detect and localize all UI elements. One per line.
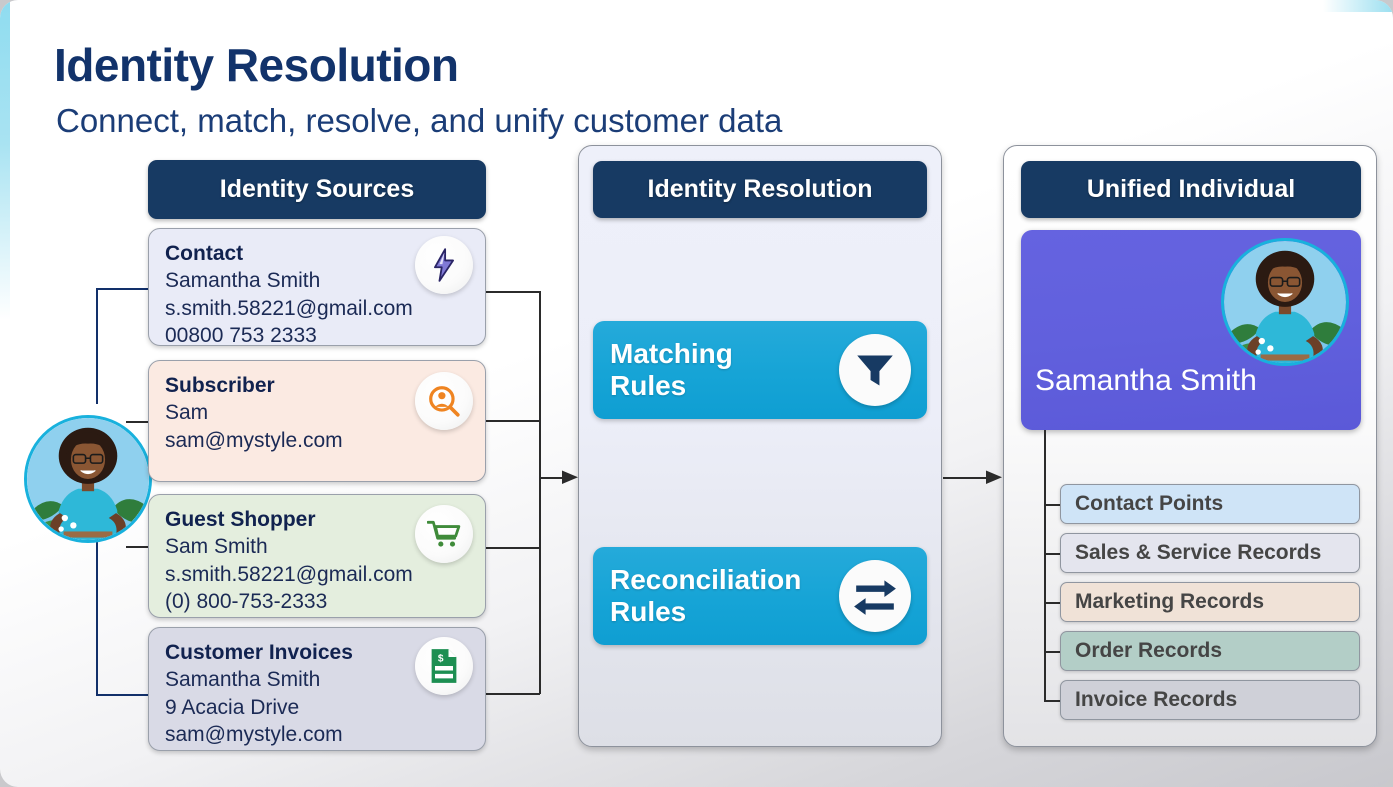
unified-person-name: Samantha Smith xyxy=(1035,364,1257,397)
identity-resolution-header: Identity Resolution xyxy=(593,161,927,218)
shopping-cart-icon xyxy=(415,505,473,563)
lightning-bolt-icon xyxy=(415,236,473,294)
record-pill-marketing[interactable]: Marketing Records xyxy=(1060,582,1360,622)
records-tree-branch xyxy=(1044,504,1060,506)
matching-rules-label: Matching Rules xyxy=(610,338,733,401)
unified-individual-header: Unified Individual xyxy=(1021,161,1361,218)
page-title: Identity Resolution xyxy=(54,39,459,91)
connector-to-invoices xyxy=(96,694,150,696)
source-card-line: (0) 800-753-2333 xyxy=(165,590,328,614)
unified-profile-card[interactable]: Samantha Smith xyxy=(1021,230,1361,430)
connector-guest-out xyxy=(486,547,540,549)
matching-rules-card[interactable]: Matching Rules xyxy=(593,321,927,419)
record-pill-contact-points[interactable]: Contact Points xyxy=(1060,484,1360,524)
record-pill-label: Order Records xyxy=(1075,639,1223,662)
connector-invoices-out xyxy=(486,693,540,695)
cyan-edge-accent xyxy=(0,0,10,320)
source-card-line: s.smith.58221@gmail.com xyxy=(165,562,413,586)
source-card-line: sam@mystyle.com xyxy=(165,428,343,452)
page-subtitle: Connect, match, resolve, and unify custo… xyxy=(56,102,783,139)
avatar xyxy=(1221,238,1349,366)
avatar-image xyxy=(1224,241,1346,363)
record-pill-label: Contact Points xyxy=(1075,492,1224,515)
connector-to-guest-shopper xyxy=(126,546,150,548)
avatar-image xyxy=(27,418,149,540)
connector-avatar-spine-upper xyxy=(96,288,98,404)
connector-contact-out xyxy=(486,291,540,293)
records-tree-spine xyxy=(1044,430,1046,702)
avatar xyxy=(24,415,152,543)
source-card-line: 00800 753 2333 xyxy=(165,324,317,346)
source-card-line: s.smith.58221@gmail.com xyxy=(165,296,413,320)
source-card-line: 9 Acacia Drive xyxy=(165,695,300,719)
source-card-line: sam@mystyle.com xyxy=(165,723,343,747)
record-pill-sales-service[interactable]: Sales & Service Records xyxy=(1060,533,1360,573)
records-tree-branch xyxy=(1044,602,1060,604)
invoice-document-icon: $ xyxy=(415,637,473,695)
connector-resolution-to-unified xyxy=(943,477,989,479)
unified-individual-panel: Unified Individual Samantha Smith Contac… xyxy=(1003,145,1377,747)
records-tree-branch xyxy=(1044,700,1060,702)
two-way-arrows-icon xyxy=(839,560,911,632)
slide-canvas: Identity Resolution Connect, match, reso… xyxy=(0,0,1393,787)
arrow-to-unified-icon xyxy=(986,470,1002,484)
connector-to-subscriber xyxy=(126,421,150,423)
connector-subscriber-out xyxy=(486,420,540,422)
record-pill-label: Invoice Records xyxy=(1075,688,1238,711)
reconciliation-rules-card[interactable]: Reconciliation Rules xyxy=(593,547,927,645)
cyan-corner-accent xyxy=(1323,0,1393,12)
funnel-icon xyxy=(839,334,911,406)
svg-text:$: $ xyxy=(438,654,444,665)
record-pill-label: Sales & Service Records xyxy=(1075,541,1322,564)
record-pill-invoice[interactable]: Invoice Records xyxy=(1060,680,1360,720)
record-pill-label: Marketing Records xyxy=(1075,590,1265,613)
connector-to-contact xyxy=(96,288,150,290)
record-pill-order[interactable]: Order Records xyxy=(1060,631,1360,671)
reconciliation-rules-label: Reconciliation Rules xyxy=(610,564,802,627)
identity-sources-header: Identity Sources xyxy=(148,160,486,219)
records-tree-branch xyxy=(1044,553,1060,555)
records-tree-branch xyxy=(1044,651,1060,653)
person-search-icon xyxy=(415,372,473,430)
connector-sources-bus xyxy=(539,291,541,694)
identity-resolution-panel: Identity Resolution Matching Rules Recon… xyxy=(578,145,942,747)
